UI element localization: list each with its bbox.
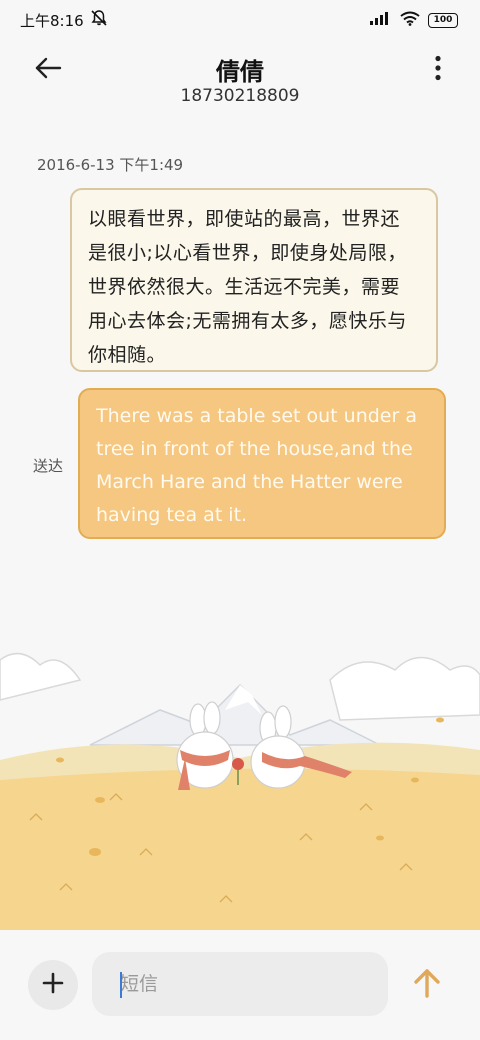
incoming-message-bubble[interactable]: 以眼看世界，即使站的最高，世界还 是很小;以心看世界，即使身处局限， 世界依然很… (70, 188, 438, 372)
send-arrow-icon (413, 967, 441, 1003)
message-timestamp: 2016-6-13 下午1:49 (37, 156, 184, 174)
status-bar: 上午8:16 100 (0, 0, 480, 40)
message-line: 你相随。 (88, 344, 167, 366)
battery-level: 100 (433, 14, 453, 25)
add-attachment-button[interactable] (28, 960, 78, 1010)
more-options-button[interactable] (426, 52, 450, 88)
message-line: 是很小;以心看世界，即使身处局限， (88, 242, 407, 264)
message-line: 世界依然很大。生活远不完美，需要 (88, 276, 401, 298)
conversation-header: 倩倩 18730218809 (0, 40, 480, 120)
signal-icon (370, 11, 392, 29)
message-line: 用心去体会;无需拥有太多，愿快乐与 (88, 310, 407, 332)
battery-icon: 100 (428, 12, 458, 28)
status-time: 上午8:16 (20, 11, 84, 30)
status-right: 100 (370, 11, 458, 30)
outgoing-message-bubble[interactable]: There was a table set out under a tree i… (78, 388, 446, 539)
message-line: tree in front of the house,and the (96, 438, 413, 460)
compose-bar (0, 930, 480, 1040)
message-line: having tea at it. (96, 504, 248, 526)
wifi-icon (400, 11, 420, 30)
contact-name: 倩倩 (216, 58, 264, 86)
chat-wallpaper-illustration (0, 640, 480, 930)
delivery-status: 送达 (33, 457, 64, 475)
send-button[interactable] (404, 962, 450, 1008)
add-icon (42, 972, 64, 998)
text-caret (120, 972, 122, 998)
message-line: March Hare and the Hatter were (96, 471, 403, 493)
mute-bell-icon (90, 9, 108, 31)
message-line: There was a table set out under a (96, 405, 417, 427)
status-left: 上午8:16 (20, 9, 108, 31)
message-input[interactable] (92, 952, 388, 1016)
message-line: 以眼看世界，即使站的最高，世界还 (88, 208, 401, 230)
more-vertical-icon (434, 55, 442, 85)
contact-phone-number: 18730218809 (180, 86, 300, 106)
